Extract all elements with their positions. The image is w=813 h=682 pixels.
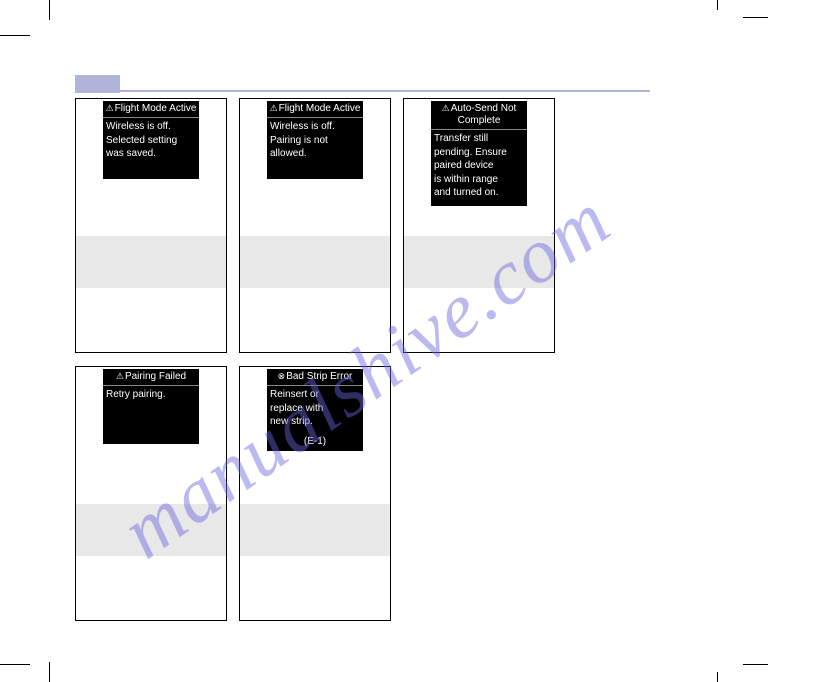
card-row-1: Flight Mode Active Wireless is off. Sele… [75, 98, 555, 353]
screen-divider [267, 117, 363, 118]
screen-title: Flight Mode Active [103, 101, 199, 115]
crop-mark [717, 672, 718, 682]
message-card: Flight Mode Active Wireless is off. Pair… [239, 98, 391, 353]
screen-error-code: (E-1) [267, 435, 363, 452]
crop-mark [0, 35, 30, 36]
crop-mark [743, 17, 768, 18]
screen-divider [431, 129, 527, 130]
device-screen: Bad Strip Error Reinsert or replace with… [267, 369, 363, 451]
card-gray-area [404, 236, 554, 288]
card-row-2: Pairing Failed Retry pairing. Bad Strip … [75, 366, 391, 621]
screen-divider [103, 117, 199, 118]
card-gray-area [240, 504, 390, 556]
screen-divider [103, 385, 199, 386]
message-card: Bad Strip Error Reinsert or replace with… [239, 366, 391, 621]
crop-mark [49, 0, 50, 20]
device-screen: Pairing Failed Retry pairing. [103, 369, 199, 444]
screen-title: Bad Strip Error [267, 369, 363, 383]
header-divider [75, 90, 650, 92]
crop-mark [743, 664, 768, 665]
device-screen: Flight Mode Active Wireless is off. Sele… [103, 101, 199, 179]
card-gray-area [240, 236, 390, 288]
message-card: Flight Mode Active Wireless is off. Sele… [75, 98, 227, 353]
screen-title: Flight Mode Active [267, 101, 363, 115]
card-gray-area [76, 236, 226, 288]
screen-title: Pairing Failed [103, 369, 199, 383]
screen-divider [267, 385, 363, 386]
crop-mark [717, 0, 718, 10]
screen-body: Wireless is off. Pairing is not allowed. [267, 120, 363, 167]
device-screen: Flight Mode Active Wireless is off. Pair… [267, 101, 363, 179]
device-screen: Auto-Send Not Complete Transfer still pe… [431, 101, 527, 206]
screen-title: Auto-Send Not Complete [431, 101, 527, 127]
crop-mark [49, 662, 50, 682]
message-card: Auto-Send Not Complete Transfer still pe… [403, 98, 555, 353]
screen-body: Wireless is off. Selected setting was sa… [103, 120, 199, 167]
screen-body: Transfer still pending. Ensure paired de… [431, 132, 527, 206]
card-gray-area [76, 504, 226, 556]
message-card: Pairing Failed Retry pairing. [75, 366, 227, 621]
crop-mark [0, 664, 30, 665]
screen-body: Retry pairing. [103, 388, 199, 408]
screen-body: Reinsert or replace with new strip. [267, 388, 363, 435]
